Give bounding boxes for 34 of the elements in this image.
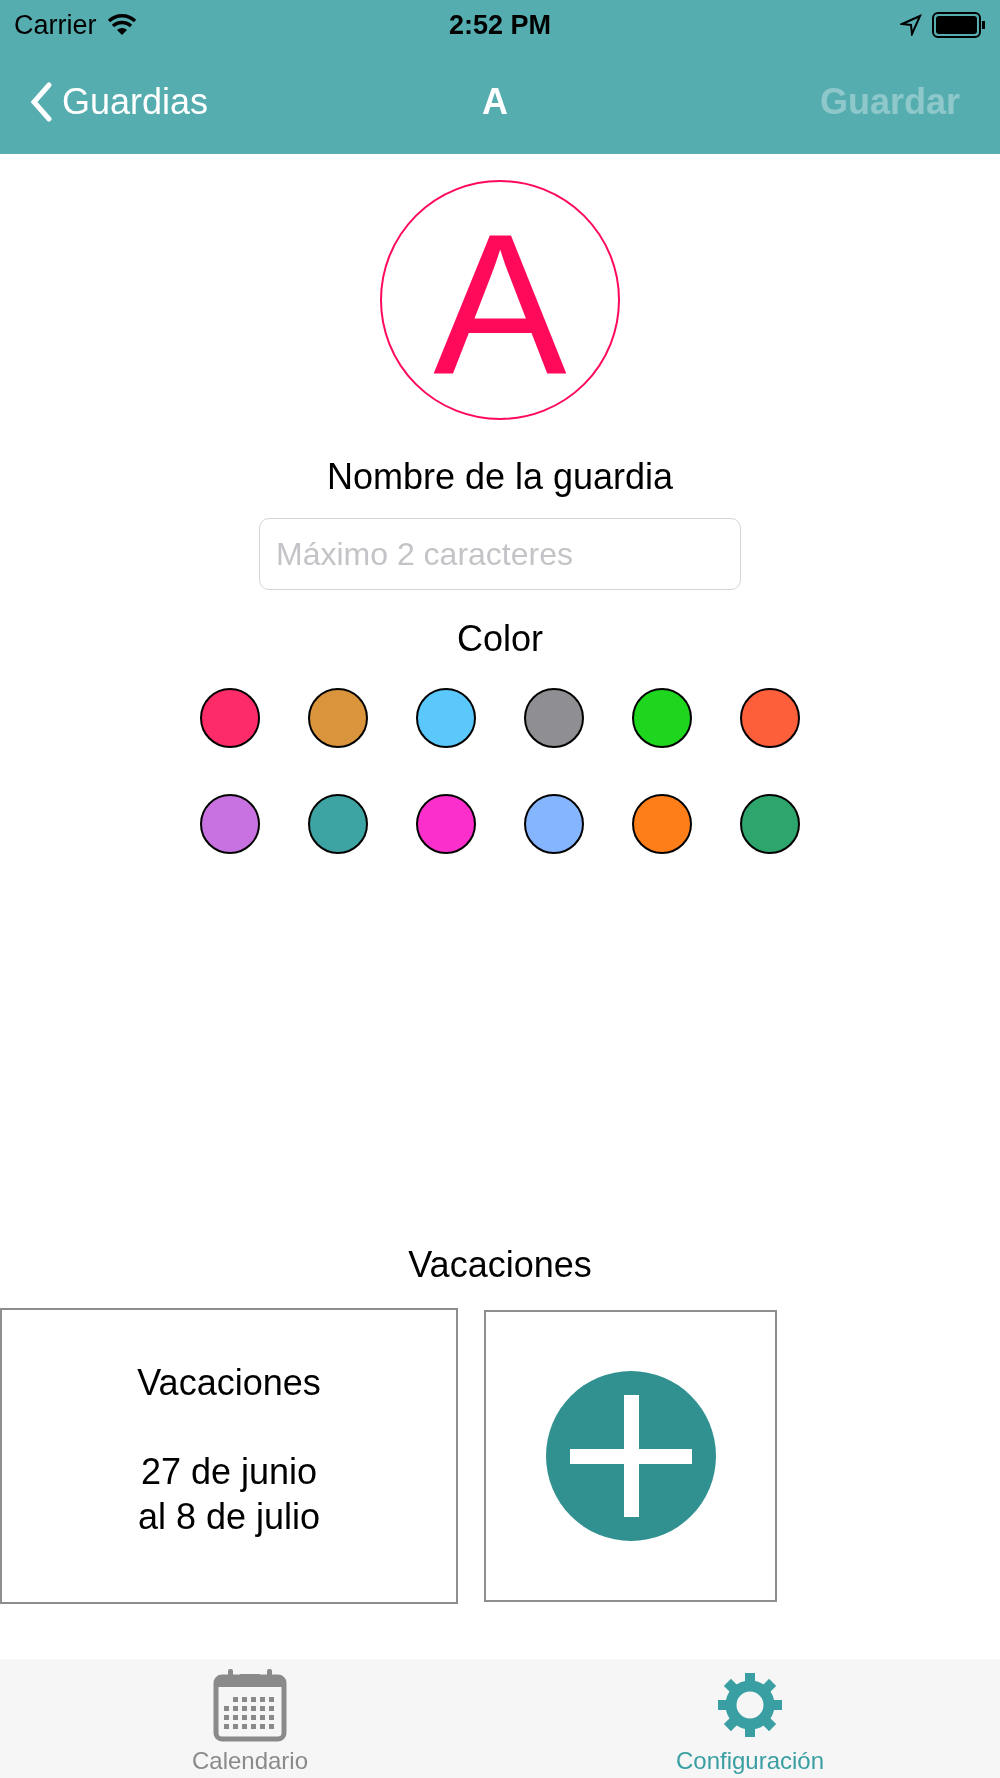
nav-title: A [482, 81, 508, 123]
carrier-name: Carrier [14, 9, 97, 41]
wifi-icon [106, 14, 137, 36]
tab-bar-item[interactable]: Configuración [500, 1659, 1000, 1778]
color-swatch[interactable] [740, 688, 800, 748]
plus-circle-icon [545, 1371, 716, 1541]
color-swatch[interactable] [308, 794, 368, 854]
color-swatch[interactable] [632, 688, 692, 748]
name-label: Nombre de la guardia [326, 456, 674, 498]
color-swatch[interactable] [416, 688, 476, 748]
calendar-icon [212, 1667, 288, 1743]
color-swatch[interactable] [200, 794, 260, 854]
tab-bar-item[interactable]: Calendario [0, 1659, 500, 1778]
color-label: Color [457, 618, 543, 660]
location-arrow-icon [900, 14, 922, 36]
avatar-letter: A [433, 204, 567, 404]
color-swatch[interactable] [308, 688, 368, 748]
color-swatch[interactable] [740, 794, 800, 854]
vacations-heading: Vacaciones [408, 1244, 592, 1286]
color-swatch[interactable] [632, 794, 692, 854]
color-swatch[interactable] [524, 688, 584, 748]
vacation-title: Vacaciones [137, 1361, 321, 1405]
status-time: 2:52 PM [448, 9, 551, 41]
color-swatch[interactable] [524, 794, 584, 854]
add-vacation-button[interactable] [484, 1310, 777, 1602]
vacation-dates: 27 de junio [140, 1450, 318, 1494]
color-swatch[interactable] [416, 794, 476, 854]
vacation-card[interactable]: Vacaciones 27 de junio al 8 de julio [0, 1308, 458, 1604]
vacation-dates: al 8 de julio [137, 1495, 321, 1539]
name-input-field[interactable]: Máximo 2 caracteres [259, 518, 741, 590]
battery-icon [932, 12, 986, 38]
back-link[interactable]: Guardias [62, 81, 209, 123]
color-swatch[interactable] [200, 688, 260, 748]
back-chevron-icon[interactable] [30, 82, 52, 122]
